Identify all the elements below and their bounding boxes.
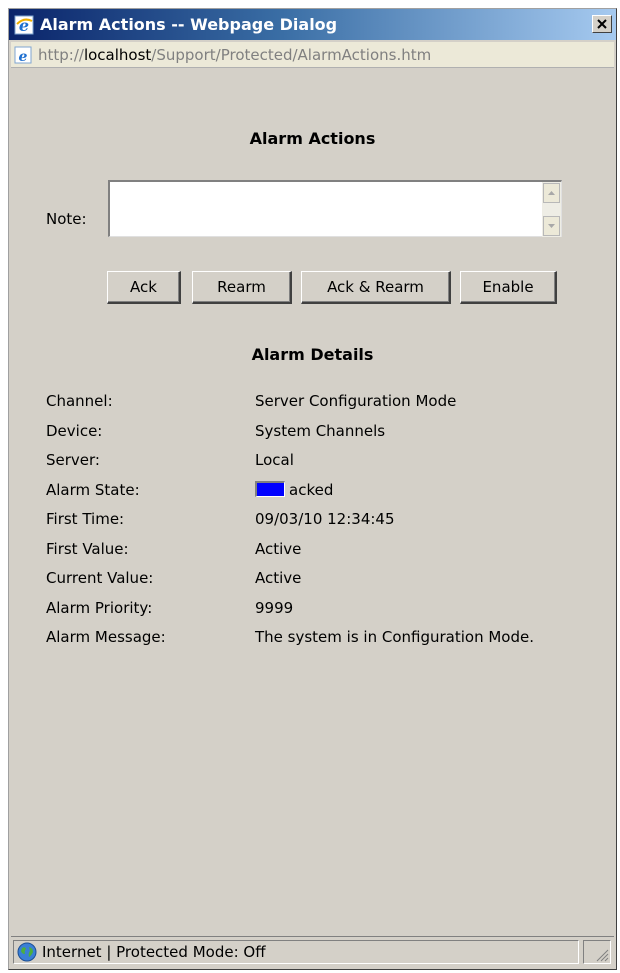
svg-text:e: e: [19, 49, 28, 64]
arrow-down-icon: [548, 224, 555, 228]
detail-value: Local: [255, 451, 294, 469]
status-zone-pane[interactable]: Internet | Protected Mode: Off: [13, 940, 579, 964]
scroll-up-button[interactable]: [543, 183, 560, 203]
ie-page-icon: e: [14, 46, 32, 64]
detail-value: 9999: [255, 598, 294, 617]
resize-pane[interactable]: [583, 940, 611, 964]
detail-row-device: Device: System Channels: [46, 422, 586, 452]
status-bar: Internet | Protected Mode: Off: [11, 936, 614, 967]
detail-label: Alarm Message:: [46, 628, 166, 646]
detail-label: First Value:: [46, 539, 129, 558]
detail-row-channel: Channel: Server Configuration Mode: [46, 392, 586, 422]
detail-label: First Time:: [46, 510, 125, 528]
window-title: Alarm Actions -- Webpage Dialog: [40, 15, 338, 34]
detail-label: Current Value:: [46, 569, 154, 587]
alarm-actions-heading: Alarm Actions: [249, 129, 376, 148]
note-scrollbar[interactable]: [542, 182, 561, 237]
alarm-state-color-swatch: [255, 480, 285, 497]
ie-logo-icon: e: [14, 15, 34, 35]
detail-value: acked: [255, 480, 535, 500]
address-bar: e http://localhost/Support/Protected/Ala…: [11, 42, 614, 68]
detail-value: Active: [255, 569, 302, 587]
detail-value: System Channels: [255, 421, 386, 440]
detail-label: Device:: [46, 421, 103, 440]
security-zone-text: Internet | Protected Mode: Off: [42, 943, 266, 961]
ack-button[interactable]: Ack: [107, 271, 181, 304]
detail-row-first-time: First Time: 09/03/10 12:34:45: [46, 510, 586, 540]
detail-label: Alarm Priority:: [46, 598, 153, 617]
detail-row-current-value: Current Value: Active: [46, 569, 586, 599]
close-icon: [597, 19, 607, 29]
detail-row-alarm-priority: Alarm Priority: 9999: [46, 599, 586, 629]
close-button[interactable]: [592, 15, 612, 33]
arrow-up-icon: [548, 191, 555, 195]
title-bar[interactable]: e Alarm Actions -- Webpage Dialog: [9, 9, 616, 40]
url-scheme: http://: [38, 45, 84, 64]
detail-value: The system is in Configuration Mode.: [255, 628, 534, 646]
detail-row-server: Server: Local: [46, 451, 586, 481]
globe-icon: [17, 942, 37, 962]
detail-label: Server:: [46, 451, 100, 469]
page-url: http://localhost/Support/Protected/Alarm…: [38, 46, 431, 64]
detail-value: Active: [255, 539, 302, 558]
resize-grip-icon[interactable]: [595, 948, 609, 962]
note-textarea[interactable]: [110, 182, 534, 235]
scroll-down-button[interactable]: [543, 216, 560, 236]
alarm-details-table: Channel: Server Configuration Mode Devic…: [46, 392, 586, 658]
detail-label: Alarm State:: [46, 480, 140, 499]
note-field[interactable]: [108, 180, 562, 237]
enable-button[interactable]: Enable: [460, 271, 557, 304]
detail-value: Server Configuration Mode: [255, 392, 457, 410]
detail-row-alarm-message: Alarm Message: The system is in Configur…: [46, 628, 586, 658]
url-host: localhost: [83, 45, 152, 64]
note-label: Note:: [46, 210, 87, 228]
dialog-window: e Alarm Actions -- Webpage Dialog e http…: [8, 8, 617, 970]
detail-label: Channel:: [46, 392, 113, 410]
rearm-button[interactable]: Rearm: [192, 271, 292, 304]
ack-and-rearm-button[interactable]: Ack & Rearm: [301, 271, 451, 304]
detail-row-first-value: First Value: Active: [46, 540, 586, 570]
alarm-details-heading: Alarm Details: [251, 345, 374, 364]
detail-row-alarm-state: Alarm State: acked: [46, 480, 586, 511]
alarm-state-text: acked: [289, 480, 334, 499]
url-path: /Support/Protected/AlarmActions.htm: [151, 45, 432, 64]
detail-value: 09/03/10 12:34:45: [255, 510, 395, 528]
